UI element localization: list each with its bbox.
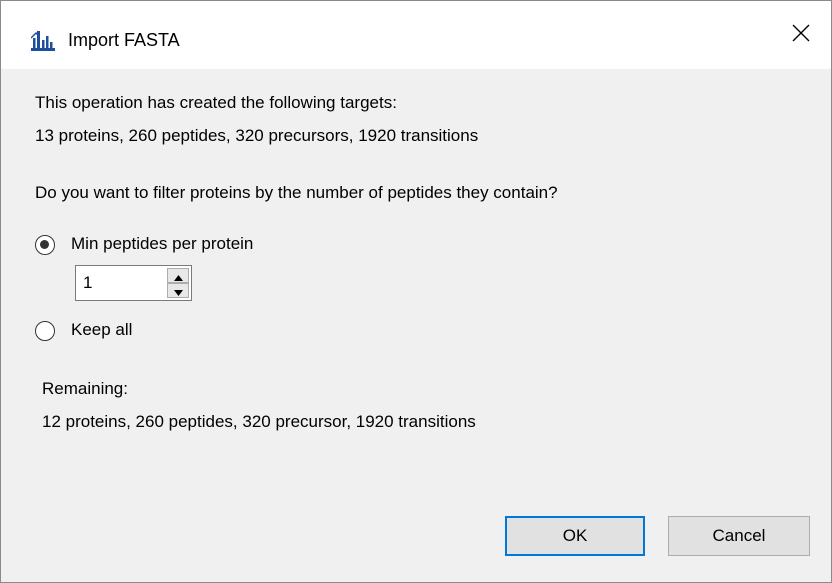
min-peptides-value[interactable]: 1 [83, 273, 92, 293]
min-peptides-stepper[interactable]: 1 [75, 265, 192, 301]
keep-all-radio-label[interactable]: Keep all [71, 320, 132, 340]
created-targets-counts: 13 proteins, 260 peptides, 320 precursor… [35, 126, 479, 145]
dialog-title: Import FASTA [68, 30, 180, 50]
import-fasta-dialog: Import FASTA This operation has created … [0, 0, 832, 583]
min-peptides-radio-label[interactable]: Min peptides per protein [71, 234, 253, 254]
ok-button[interactable]: OK [505, 516, 645, 556]
keep-all-radio[interactable] [35, 321, 55, 341]
remaining-counts: 12 proteins, 260 peptides, 320 precursor… [42, 412, 476, 431]
stepper-buttons [167, 268, 189, 298]
created-targets-label: This operation has created the following… [35, 93, 397, 112]
remaining-label: Remaining: [42, 379, 128, 398]
skyline-icon [30, 29, 55, 51]
triangle-down-icon [173, 281, 183, 301]
stepper-down-button[interactable] [167, 283, 189, 298]
filter-question: Do you want to filter proteins by the nu… [35, 183, 558, 202]
close-icon [792, 24, 810, 47]
close-button[interactable] [771, 1, 831, 69]
title-bar: Import FASTA [1, 1, 831, 69]
min-peptides-radio[interactable] [35, 235, 55, 255]
cancel-button[interactable]: Cancel [668, 516, 810, 556]
